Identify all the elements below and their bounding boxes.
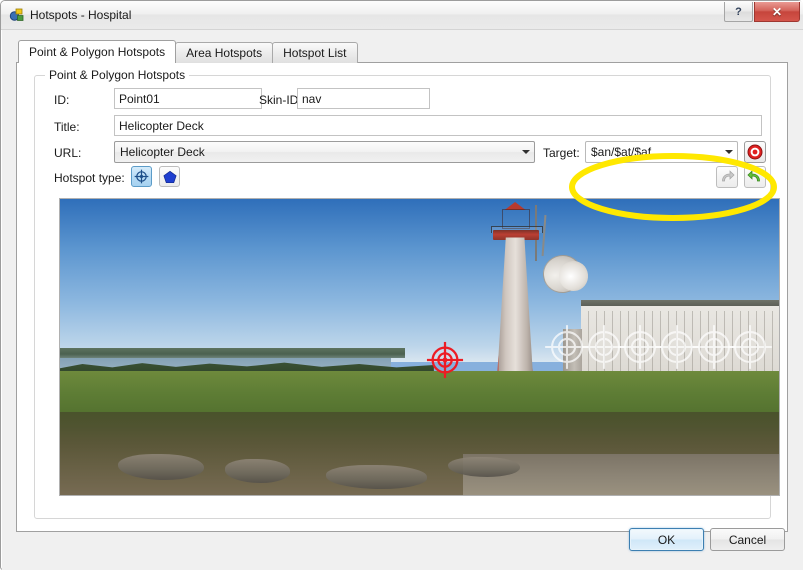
url-combo-value: Helicopter Deck [120, 145, 205, 159]
skin-id-label: Skin-ID: [259, 93, 302, 107]
hotspots-dialog-window: Hotspots - Hospital ? ✕ Point & Polygon … [0, 0, 803, 570]
panorama-preview-panel[interactable] [59, 198, 780, 496]
crosshair-icon [134, 169, 149, 184]
undo-button[interactable] [716, 166, 738, 188]
url-label: URL: [54, 146, 82, 160]
tab-area-hotspots[interactable]: Area Hotspots [175, 42, 274, 63]
dialog-client-area: Point & Polygon Hotspots Area Hotspots H… [2, 30, 803, 570]
hotspot-marker-selected[interactable] [426, 341, 464, 379]
polygon-hotspot-tool-button[interactable] [159, 166, 180, 187]
skin-id-input[interactable] [297, 88, 430, 109]
hotspot-marker-ghost[interactable] [727, 324, 773, 370]
undo-arrow-icon [722, 170, 735, 182]
ok-button[interactable]: OK [629, 528, 704, 551]
help-button[interactable]: ? [724, 2, 753, 22]
tab-hotspot-list[interactable]: Hotspot List [272, 42, 358, 63]
redo-button[interactable] [744, 166, 766, 188]
url-combo[interactable]: Helicopter Deck [114, 141, 535, 163]
hotspot-type-label: Hotspot type: [54, 171, 125, 185]
tab-point-polygon-hotspots[interactable]: Point & Polygon Hotspots [18, 40, 177, 63]
target-combo[interactable]: $an/$at/$af [585, 141, 738, 163]
cancel-button[interactable]: Cancel [710, 528, 785, 551]
pentagon-icon [162, 170, 177, 183]
redo-arrow-icon [747, 170, 760, 182]
chevron-down-icon[interactable] [517, 150, 534, 154]
id-label: ID: [54, 93, 70, 107]
window-controls: ? ✕ [724, 2, 800, 22]
tab-page-point-polygon: Point & Polygon Hotspots ID: Skin-ID: Ti… [16, 62, 788, 532]
target-label: Target: [543, 146, 580, 160]
tab-strip: Point & Polygon Hotspots Area Hotspots H… [18, 40, 358, 63]
target-picker-icon [747, 144, 763, 160]
close-button[interactable]: ✕ [754, 2, 800, 22]
hotspot-markers-layer [60, 199, 779, 495]
groupbox-legend: Point & Polygon Hotspots [45, 68, 190, 82]
window-title: Hotspots - Hospital [30, 8, 132, 22]
target-combo-value: $an/$at/$af [591, 145, 652, 159]
title-label: Title: [54, 120, 80, 134]
title-bar[interactable]: Hotspots - Hospital ? ✕ [1, 1, 803, 30]
point-polygon-groupbox: Point & Polygon Hotspots ID: Skin-ID: Ti… [34, 68, 780, 519]
point-hotspot-tool-button[interactable] [131, 166, 152, 187]
title-input[interactable] [114, 115, 762, 136]
id-input[interactable] [114, 88, 262, 109]
app-hotspots-icon [9, 7, 25, 23]
target-picker-button[interactable] [744, 141, 766, 163]
chevron-down-icon[interactable] [720, 150, 737, 154]
